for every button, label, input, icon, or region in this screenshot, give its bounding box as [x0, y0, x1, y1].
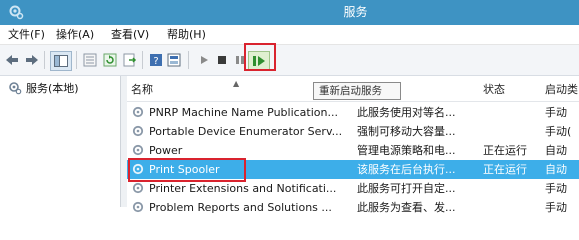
column-name[interactable]: 名称	[131, 79, 153, 101]
table-row[interactable]: Portable Device Enumerator Serv... 强制可移动…	[127, 122, 579, 141]
back-arrow-icon[interactable]	[4, 52, 20, 68]
service-description: 此服务使用对等名...	[357, 106, 456, 119]
tree-label: 服务(本地)	[26, 82, 79, 95]
service-gear-icon	[132, 106, 144, 118]
toolbar: ?	[0, 45, 579, 76]
service-description: 此服务可打开自定...	[357, 182, 456, 195]
service-gear-icon	[132, 125, 144, 137]
properties-icon[interactable]	[82, 52, 98, 68]
service-status: 正在运行	[483, 144, 527, 157]
service-gear-icon	[132, 201, 144, 213]
menu-help[interactable]: 帮助(H)	[167, 25, 206, 44]
service-status: 正在运行	[483, 163, 527, 176]
service-startup-type: 自动	[545, 163, 567, 176]
export-list-icon[interactable]	[122, 52, 138, 68]
forward-arrow-icon[interactable]	[24, 52, 40, 68]
window-title: 服务	[343, 5, 368, 19]
service-startup-type: 手动	[545, 106, 567, 119]
services-node-icon	[9, 82, 22, 95]
menu-bar: 文件(F) 操作(A) 查看(V) 帮助(H)	[0, 25, 579, 45]
restart-service-tooltip: 重新启动服务	[313, 82, 401, 100]
service-name: PNRP Machine Name Publication...	[149, 106, 338, 119]
service-name: Portable Device Enumerator Serv...	[149, 125, 343, 138]
sort-caret-icon: ▲	[233, 79, 240, 88]
column-startup-type[interactable]: 启动类	[545, 79, 578, 101]
service-description: 管理电源策略和电...	[357, 144, 456, 157]
service-startup-type: 手动(	[545, 125, 572, 138]
table-row[interactable]: PNRP Machine Name Publication... 此服务使用对等…	[127, 103, 579, 122]
service-description: 该服务在后台执行...	[357, 163, 456, 176]
menu-action[interactable]: 操作(A)	[56, 25, 94, 44]
stop-service-icon[interactable]	[214, 52, 230, 68]
service-startup-type: 手动	[545, 201, 567, 214]
mmc-view-icon[interactable]	[166, 52, 182, 68]
service-name: Problem Reports and Solutions ...	[149, 201, 332, 214]
svg-text:?: ?	[153, 56, 158, 67]
tree-item-local-services[interactable]: 服务(本地)	[8, 79, 79, 97]
print-spooler-highlight	[128, 158, 246, 182]
restart-button-highlight	[244, 43, 276, 71]
show-hide-console-tree-icon[interactable]	[50, 51, 72, 71]
refresh-icon[interactable]	[102, 52, 118, 68]
title-bar: 服务	[0, 0, 579, 25]
column-status[interactable]: 状态	[483, 79, 505, 101]
service-startup-type: 手动	[545, 182, 567, 195]
service-description: 此服务为查看、发...	[357, 201, 456, 214]
console-tree: 服务(本地)	[0, 76, 121, 207]
service-gear-icon	[132, 144, 144, 156]
service-description: 强制可移动大容量...	[357, 125, 456, 138]
service-gear-icon	[132, 182, 144, 194]
service-startup-type: 自动	[545, 144, 567, 157]
table-row[interactable]: Problem Reports and Solutions ... 此服务为查看…	[127, 198, 579, 217]
help-icon[interactable]: ?	[148, 52, 164, 68]
menu-file[interactable]: 文件(F)	[8, 25, 45, 44]
menu-view[interactable]: 查看(V)	[111, 25, 149, 44]
start-service-icon[interactable]	[196, 52, 212, 68]
